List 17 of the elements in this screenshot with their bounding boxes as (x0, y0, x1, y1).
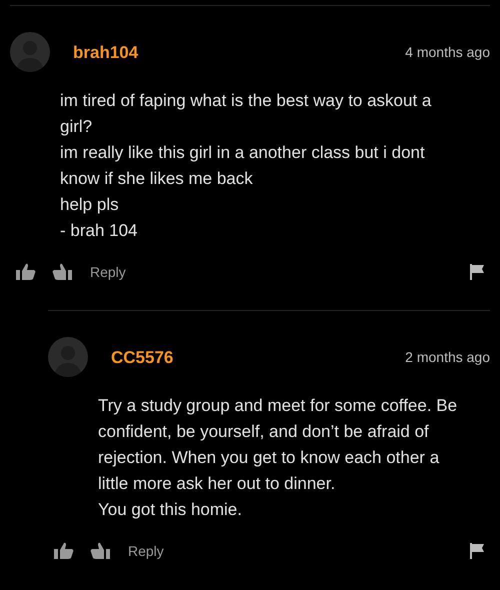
comment-text: You got this homie. (98, 499, 243, 521)
timestamp: 4 months ago (405, 43, 490, 62)
timestamp: 2 months ago (405, 348, 490, 367)
username[interactable]: CC5576 (111, 345, 174, 370)
thumbs-up-icon[interactable] (16, 263, 36, 281)
reply-button[interactable]: Reply (90, 265, 126, 279)
thumbs-up-icon[interactable] (54, 542, 74, 560)
comment-text: im tired of faping what is the best way to askout a girl? (60, 90, 432, 138)
avatar (10, 32, 50, 72)
username[interactable]: brah104 (73, 40, 138, 66)
flag-icon[interactable] (470, 543, 484, 559)
comment-text: Try a study group and meet for some coffee. Be confident, be yourself, and don’t be afraid of rejection. When you get to know each other a little more ask her out to dinner. (98, 395, 458, 495)
comment-text: - brah 104 (60, 220, 138, 242)
flag-icon[interactable] (470, 264, 484, 280)
reply-button[interactable]: Reply (128, 544, 164, 558)
comment-text: help pls (60, 194, 120, 216)
avatar (48, 337, 88, 377)
